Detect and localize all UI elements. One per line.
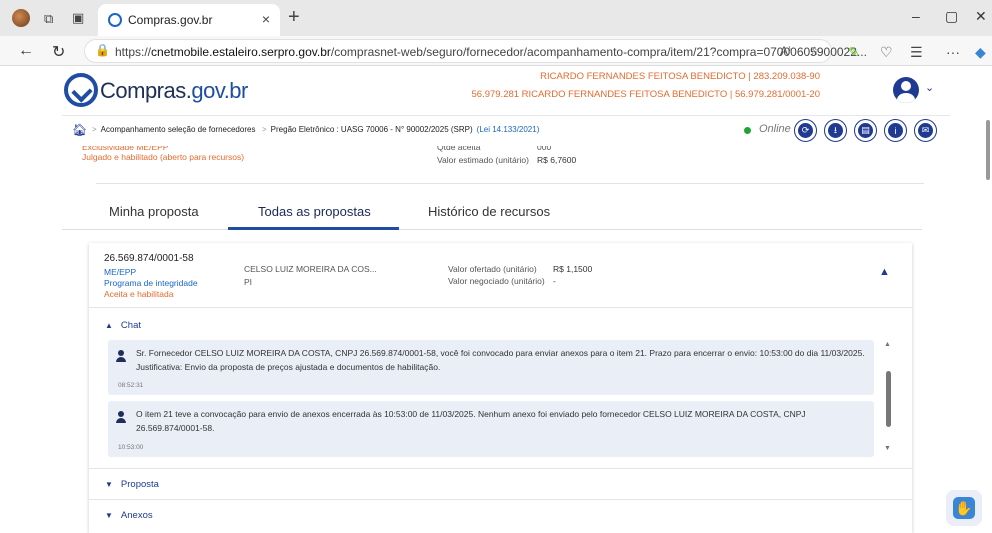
chat-message-time: 08:52:31: [118, 382, 144, 389]
info-icon: i: [888, 123, 903, 138]
site-header: Compras.gov.br RICARDO FERNANDES FEITOSA…: [0, 67, 992, 115]
offered-value: R$ 1,1500: [553, 264, 593, 274]
item-status-text: Julgado e habilitado (aberto para recurs…: [82, 152, 245, 162]
user-icon: [115, 350, 126, 363]
copilot-icon[interactable]: ◆: [975, 44, 986, 61]
clipboard-button[interactable]: ▤: [854, 119, 877, 142]
tab-historico-recursos[interactable]: Histórico de recursos: [428, 204, 550, 219]
clipboard-icon: ▤: [858, 123, 873, 138]
chat-message: O item 21 teve a convocação para envio d…: [108, 401, 874, 457]
user-company: 56.979.281 RICARDO FERNANDES FEITOSA BEN…: [471, 89, 821, 100]
breadcrumb: 🏠︎ > Acompanhamento seleção de fornecedor…: [62, 115, 950, 145]
new-tab-button[interactable]: +: [288, 6, 300, 29]
compras-logo-icon[interactable]: [64, 73, 98, 107]
supplier-state: PI: [244, 277, 253, 287]
browser-tab-bar: ⧉ ▣ Compras.gov.br × + – ▢ ✕: [0, 0, 992, 36]
law-link[interactable]: (Lei 14.133/2021): [477, 125, 540, 134]
restore-button[interactable]: ▢: [945, 8, 958, 25]
url-text: https://cnetmobile.estaleiro.serpro.gov.…: [115, 45, 867, 59]
mail-button[interactable]: ✉: [914, 119, 937, 142]
favorites-bar-icon[interactable]: ☰: [910, 44, 923, 61]
online-status-dot: [744, 127, 751, 134]
user-name-cpf: RICARDO FERNANDES FEITOSA BENEDICTO | 28…: [540, 71, 820, 82]
minimize-button[interactable]: –: [912, 8, 920, 24]
download-button[interactable]: ⭳: [824, 119, 847, 142]
proposal-card: 26.569.874/0001-58 ME/EPP Programa de in…: [89, 243, 912, 533]
info-button[interactable]: i: [884, 119, 907, 142]
tab-close-icon[interactable]: ×: [262, 11, 270, 27]
settings-more-icon[interactable]: ···: [946, 44, 960, 60]
proposta-section-toggle[interactable]: ▼ Proposta: [105, 479, 159, 490]
chat-message: Sr. Fornecedor CELSO LUIZ MOREIRA DA COS…: [108, 340, 874, 395]
hand-icon: ✋: [953, 497, 975, 519]
extension-leaf-icon[interactable]: ✎: [848, 44, 860, 61]
scrollbar-thumb[interactable]: [886, 371, 891, 427]
divider: [96, 183, 924, 184]
chat-message-time: 10:53:00: [118, 444, 144, 451]
integrity-program-link[interactable]: Programa de integridade: [104, 278, 198, 288]
chevron-down-icon: ▼: [105, 480, 113, 489]
proposal-status: Aceita e habilitada: [104, 289, 174, 299]
scroll-down-icon[interactable]: ▼: [884, 445, 891, 452]
page-scrollbar[interactable]: [986, 120, 990, 180]
active-tab-indicator: [228, 227, 399, 230]
browser-essentials-icon[interactable]: ♡: [880, 44, 893, 61]
chat-message-text: O item 21 teve a convocação para envio d…: [136, 409, 806, 433]
tabs-divider: [62, 229, 922, 230]
chat-message-text: Sr. Fornecedor CELSO LUIZ MOREIRA DA COS…: [136, 348, 865, 372]
refresh-icon[interactable]: ↻: [52, 42, 65, 62]
divider: [89, 307, 912, 308]
negotiated-value-label: Valor negociado (unitário): [448, 276, 545, 286]
negotiated-value: -: [553, 276, 556, 286]
refresh-button[interactable]: ⟳: [794, 119, 817, 142]
supplier-name: CELSO LUIZ MOREIRA DA COS...: [244, 264, 377, 274]
mail-icon: ✉: [918, 123, 933, 138]
collapse-chevron-up-icon[interactable]: ▲: [879, 266, 890, 278]
anexos-section-toggle[interactable]: ▼ Anexos: [105, 510, 153, 521]
read-aloud-icon[interactable]: A⁾: [780, 44, 791, 58]
tab-todas-propostas[interactable]: Todas as propostas: [258, 204, 371, 219]
tab-actions-icon[interactable]: ▣: [72, 10, 88, 26]
offered-value-label: Valor ofertado (unitário): [448, 264, 537, 274]
breadcrumb-item-acompanhamento[interactable]: > Acompanhamento seleção de fornecedores: [92, 125, 255, 134]
user-avatar-icon[interactable]: [893, 77, 919, 103]
supplier-size-badge: ME/EPP: [104, 267, 137, 277]
chevron-up-icon: ▲: [105, 321, 113, 330]
chevron-down-icon: ▼: [105, 511, 113, 520]
chevron-down-icon[interactable]: ⌄: [925, 81, 934, 94]
user-icon: [115, 411, 126, 424]
address-toolbar: ← ↻ 🔒 https://cnetmobile.estaleiro.serpr…: [0, 36, 992, 66]
estimated-value: R$ 6,7600: [537, 155, 577, 165]
online-status-text: Online: [759, 123, 791, 135]
estimated-value-label: Valor estimado (unitário): [437, 155, 529, 165]
scroll-up-icon[interactable]: ▲: [884, 341, 891, 348]
lock-icon[interactable]: 🔒: [95, 43, 110, 57]
home-icon[interactable]: 🏠︎: [72, 123, 87, 137]
download-icon: ⭳: [828, 123, 843, 138]
divider: [89, 499, 912, 500]
back-arrow-icon[interactable]: ←: [18, 42, 34, 60]
chat-section-toggle[interactable]: ▲ Chat: [105, 320, 141, 331]
workspaces-icon[interactable]: ⧉: [44, 11, 60, 27]
accessibility-widget-button[interactable]: ✋: [946, 490, 982, 526]
address-bar[interactable]: 🔒 https://cnetmobile.estaleiro.serpro.go…: [84, 39, 867, 63]
compras-favicon-icon: [108, 13, 122, 27]
tab-title: Compras.gov.br: [128, 13, 213, 27]
favorite-star-icon[interactable]: ☆: [809, 44, 820, 58]
tab-minha-proposta[interactable]: Minha proposta: [109, 204, 199, 219]
profile-avatar[interactable]: [12, 9, 30, 27]
site-logo-text[interactable]: Compras.gov.br: [100, 78, 248, 104]
browser-tab-active[interactable]: Compras.gov.br ×: [98, 4, 280, 36]
divider: [89, 468, 912, 469]
chat-scrollbar[interactable]: ▲ ▼: [884, 341, 894, 452]
close-window-button[interactable]: ✕: [975, 8, 987, 25]
supplier-cnpj: 26.569.874/0001-58: [104, 253, 194, 264]
breadcrumb-item-pregao: > Pregão Eletrônico : UASG 70006 - N° 900…: [262, 125, 540, 134]
refresh-icon: ⟳: [798, 123, 813, 138]
